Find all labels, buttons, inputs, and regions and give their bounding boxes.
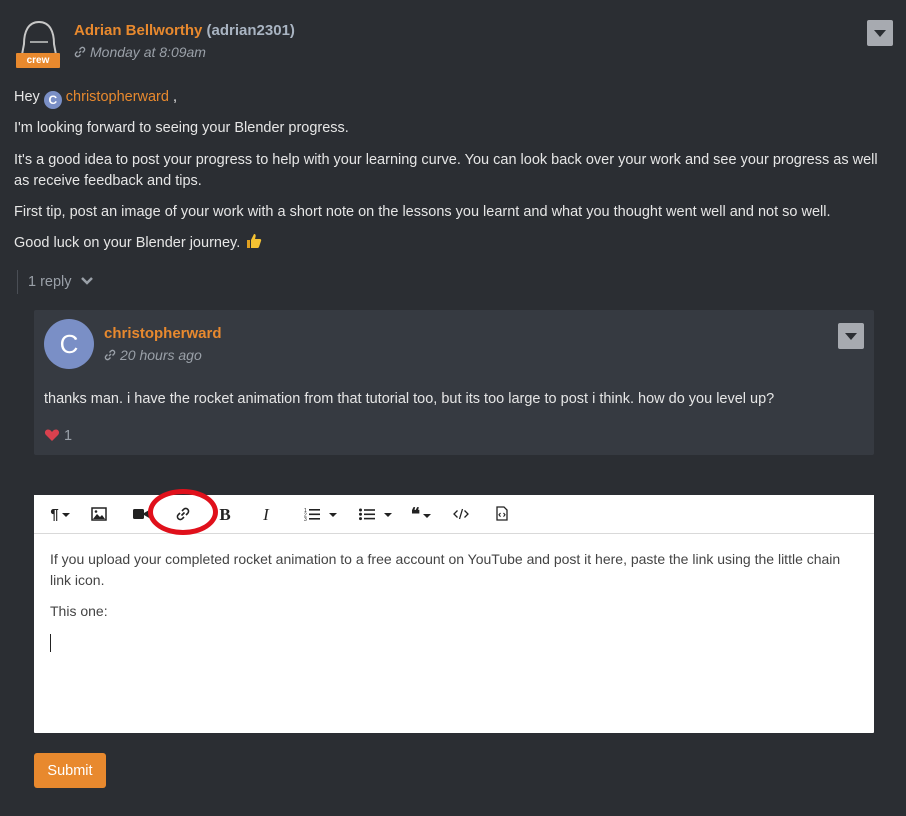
reply-avatar[interactable]: C — [44, 319, 94, 369]
text-cursor — [50, 634, 51, 652]
link-icon — [104, 349, 116, 361]
author-handle: (adrian2301) — [206, 22, 295, 39]
pilcrow-icon: ¶ — [50, 506, 59, 523]
author-name[interactable]: Adrian Bellworthy — [74, 22, 202, 39]
reply-likes[interactable]: 1 — [44, 428, 72, 444]
post-paragraph: It's a good idea to post your progress t… — [14, 152, 878, 189]
image-icon — [91, 507, 107, 521]
timestamp-text: Monday at 8:09am — [90, 44, 206, 60]
svg-text:3: 3 — [304, 517, 307, 521]
ordered-list-button[interactable]: 1 2 3 — [300, 505, 340, 525]
post-paragraph-last: Good luck on your Blender journey. — [14, 233, 262, 254]
code-icon — [453, 508, 469, 520]
likes-count: 1 — [64, 428, 73, 444]
italic-icon: I — [263, 505, 269, 524]
quote-icon: ❝ — [410, 505, 421, 524]
post-timestamp[interactable]: Monday at 8:09am — [74, 44, 206, 60]
heart-icon[interactable] — [44, 428, 60, 442]
submit-button[interactable]: Submit — [34, 753, 106, 788]
editor-paragraph: If you upload your completed rocket anim… — [50, 551, 841, 588]
bold-button[interactable]: B — [218, 505, 232, 525]
crew-badge: crew — [16, 53, 60, 68]
highlight-annotation-circle — [148, 489, 218, 535]
link-icon — [74, 46, 86, 58]
post-options-dropdown[interactable] — [867, 20, 893, 46]
video-camera-icon — [132, 509, 150, 519]
quote-button[interactable]: ❝ — [406, 505, 436, 525]
post-paragraph-text: Good luck on your Blender journey. — [14, 235, 241, 251]
post-paragraph: First tip, post an image of your work wi… — [14, 204, 831, 220]
thumbs-up-icon — [247, 234, 262, 248]
insert-video-button[interactable] — [132, 505, 150, 525]
reply-text: thanks man. i have the rocket animation … — [44, 391, 775, 407]
insert-image-button[interactable] — [90, 505, 108, 525]
editor-paragraph: This one: — [50, 603, 108, 619]
ordered-list-icon: 1 2 3 — [304, 508, 320, 523]
bold-icon: B — [219, 505, 231, 524]
reply-author[interactable]: christopherward — [104, 325, 222, 342]
greeting-text: Hey — [14, 89, 40, 105]
chevron-down-icon — [80, 277, 93, 285]
italic-button[interactable]: I — [259, 505, 273, 525]
inline-code-button[interactable] — [452, 505, 470, 525]
replies-count: 1 reply — [28, 274, 72, 290]
bullet-list-icon — [358, 508, 375, 521]
post-paragraph: I'm looking forward to seeing your Blend… — [14, 120, 349, 136]
replies-toggle[interactable]: 1 reply — [17, 270, 94, 294]
mention-avatar: C — [43, 91, 62, 109]
bullet-list-button[interactable] — [355, 505, 395, 525]
timestamp-text: 20 hours ago — [120, 347, 202, 363]
reply-timestamp[interactable]: 20 hours ago — [104, 347, 202, 363]
mention-link[interactable]: christopherward — [66, 89, 169, 105]
code-file-icon — [496, 506, 508, 521]
reply-options-dropdown[interactable] — [838, 323, 864, 349]
source-code-button[interactable] — [494, 505, 510, 525]
mention-suffix: , — [173, 89, 178, 105]
post-greeting: Hey Cchristopherward , — [14, 87, 177, 109]
post-author[interactable]: Adrian Bellworthy (adrian2301) — [74, 22, 295, 39]
paragraph-format-button[interactable]: ¶ — [47, 505, 73, 525]
